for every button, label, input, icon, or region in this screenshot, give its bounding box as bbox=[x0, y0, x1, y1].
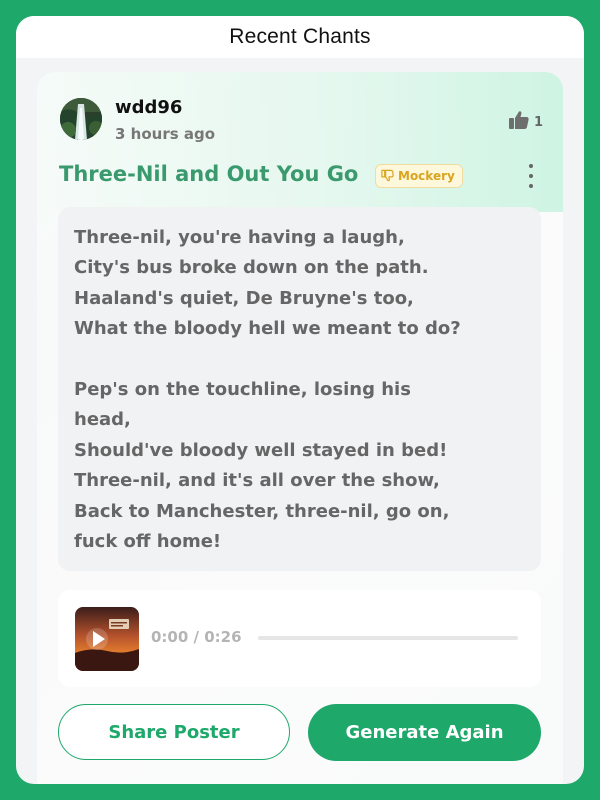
more-dot-icon bbox=[529, 184, 533, 188]
lyric-line: Back to Manchester, three-nil, go on, bbox=[74, 500, 450, 522]
category-badge-label: Mockery bbox=[398, 169, 455, 183]
share-poster-button[interactable]: Share Poster bbox=[58, 704, 290, 760]
thumbs-up-icon bbox=[508, 110, 530, 134]
avatar[interactable] bbox=[60, 98, 102, 140]
lyric-line: Haaland's quiet, De Bruyne's too, bbox=[74, 287, 414, 309]
lyric-line: Pep's on the touchline, losing his bbox=[74, 379, 411, 400]
audio-progress-bar[interactable] bbox=[258, 636, 518, 640]
more-dot-icon bbox=[529, 174, 533, 178]
audio-time: 0:00 / 0:26 bbox=[151, 628, 242, 646]
generate-again-button[interactable]: Generate Again bbox=[308, 704, 541, 761]
chant-card: wdd96 3 hours ago 1 Three-Nil and Out Yo… bbox=[37, 72, 563, 784]
category-badge: Mockery bbox=[375, 164, 463, 188]
lyric-line: City's bus broke down on the path. bbox=[74, 257, 429, 279]
recent-chants-panel: Recent Chants wdd96 3 hours ago 1 Three-… bbox=[16, 16, 584, 784]
audio-thumbnail bbox=[75, 607, 139, 671]
lyric-line: fuck off home! bbox=[74, 531, 222, 553]
lyric-line: Three-nil, and it's all over the show, bbox=[74, 470, 440, 492]
lyric-line: head, bbox=[74, 409, 131, 431]
generate-again-label: Generate Again bbox=[345, 722, 504, 743]
lyrics-verse-1: Three-nil, you're having a laugh, City's… bbox=[74, 223, 524, 345]
chant-title: Three-Nil and Out You Go bbox=[59, 162, 359, 186]
lyric-line: Should've bloody well stayed in bed! bbox=[74, 439, 448, 461]
thumbs-down-icon bbox=[381, 167, 394, 186]
more-options-button[interactable] bbox=[521, 164, 541, 188]
like-button[interactable]: 1 bbox=[508, 110, 543, 134]
more-dot-icon bbox=[529, 164, 533, 168]
post-timestamp: 3 hours ago bbox=[115, 125, 216, 143]
panel-header: Recent Chants bbox=[16, 16, 584, 58]
username[interactable]: wdd96 bbox=[115, 97, 182, 118]
share-poster-label: Share Poster bbox=[108, 721, 240, 743]
lyric-line: What the bloody hell we meant to do? bbox=[74, 318, 461, 340]
lyrics-box: Three-nil, you're having a laugh, City's… bbox=[58, 207, 541, 571]
page-title: Recent Chants bbox=[229, 25, 371, 48]
lyrics-verse-2: Pep's on the touchline, losing his head,… bbox=[74, 375, 524, 557]
audio-player: 0:00 / 0:26 bbox=[58, 590, 541, 687]
lyric-line: Three-nil, you're having a laugh, bbox=[74, 227, 405, 248]
like-count: 1 bbox=[533, 114, 543, 130]
avatar-image bbox=[60, 98, 102, 140]
play-button[interactable] bbox=[75, 607, 139, 671]
